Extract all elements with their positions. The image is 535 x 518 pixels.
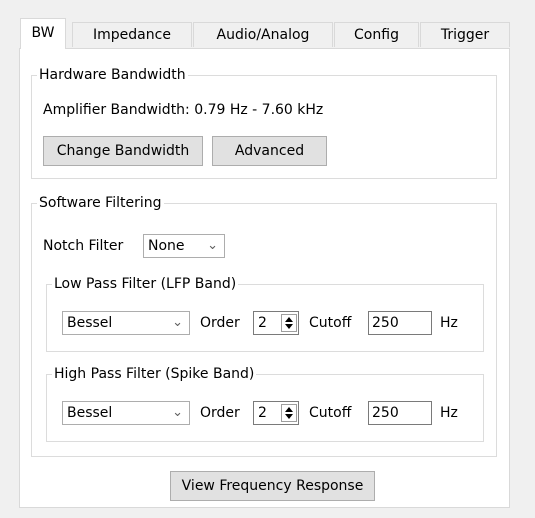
high-pass-order-spinner[interactable]: 2 [253, 401, 299, 425]
low-pass-order-spinner[interactable]: 2 [253, 311, 299, 335]
low-pass-cutoff-label: Cutoff [309, 315, 352, 331]
spin-arrows-icon[interactable] [281, 314, 297, 332]
high-pass-order-label: Order [200, 405, 240, 421]
tab-config[interactable]: Config [334, 22, 419, 47]
notch-filter-value: None [148, 238, 185, 254]
view-frequency-response-button[interactable]: View Frequency Response [170, 471, 375, 501]
low-pass-cutoff-value: 250 [372, 315, 399, 331]
chevron-down-icon: ⌄ [172, 405, 183, 420]
high-pass-cutoff-value: 250 [372, 405, 399, 421]
tab-impedance-label: Impedance [93, 27, 171, 43]
high-pass-type-select[interactable]: Bessel ⌄ [62, 401, 190, 425]
low-pass-order-value: 2 [258, 315, 267, 331]
high-pass-type-value: Bessel [67, 405, 113, 421]
tab-audio-analog[interactable]: Audio/Analog [193, 22, 333, 47]
high-pass-unit-label: Hz [440, 405, 458, 421]
high-pass-filter-group: High Pass Filter (Spike Band) Bessel ⌄ O… [46, 365, 484, 442]
low-pass-filter-title: Low Pass Filter (LFP Band) [52, 275, 239, 293]
low-pass-filter-group: Low Pass Filter (LFP Band) Bessel ⌄ Orde… [46, 275, 484, 352]
amplifier-bandwidth-label: Amplifier Bandwidth: 0.79 Hz - 7.60 kHz [43, 102, 324, 118]
notch-filter-select[interactable]: None ⌄ [143, 234, 225, 258]
high-pass-filter-title: High Pass Filter (Spike Band) [52, 365, 257, 383]
software-filtering-group: Software Filtering Notch Filter None ⌄ L… [31, 194, 497, 457]
hardware-bandwidth-title: Hardware Bandwidth [37, 66, 188, 84]
tab-bw-label: BW [31, 25, 55, 41]
notch-filter-label: Notch Filter [43, 238, 124, 254]
tab-trigger-label: Trigger [440, 27, 490, 43]
low-pass-cutoff-input[interactable]: 250 [368, 311, 432, 335]
low-pass-type-select[interactable]: Bessel ⌄ [62, 311, 190, 335]
tab-config-label: Config [354, 27, 399, 43]
low-pass-unit-label: Hz [440, 315, 458, 331]
tab-audio-analog-label: Audio/Analog [216, 27, 310, 43]
tab-trigger[interactable]: Trigger [420, 22, 510, 47]
tab-bar: BW Impedance Audio/Analog Config Trigger [20, 18, 510, 49]
spin-arrows-icon[interactable] [281, 404, 297, 422]
tab-impedance[interactable]: Impedance [72, 22, 192, 47]
low-pass-type-value: Bessel [67, 315, 113, 331]
chevron-down-icon: ⌄ [172, 315, 183, 330]
chevron-down-icon: ⌄ [207, 238, 218, 253]
tab-bw[interactable]: BW [20, 18, 66, 49]
low-pass-order-label: Order [200, 315, 240, 331]
software-filtering-title: Software Filtering [37, 194, 164, 212]
high-pass-cutoff-input[interactable]: 250 [368, 401, 432, 425]
high-pass-cutoff-label: Cutoff [309, 405, 352, 421]
bw-tab-panel: Hardware Bandwidth Amplifier Bandwidth: … [19, 48, 510, 508]
change-bandwidth-button[interactable]: Change Bandwidth [43, 136, 203, 166]
advanced-button[interactable]: Advanced [212, 136, 327, 166]
high-pass-order-value: 2 [258, 405, 267, 421]
hardware-bandwidth-group: Hardware Bandwidth Amplifier Bandwidth: … [31, 66, 497, 179]
